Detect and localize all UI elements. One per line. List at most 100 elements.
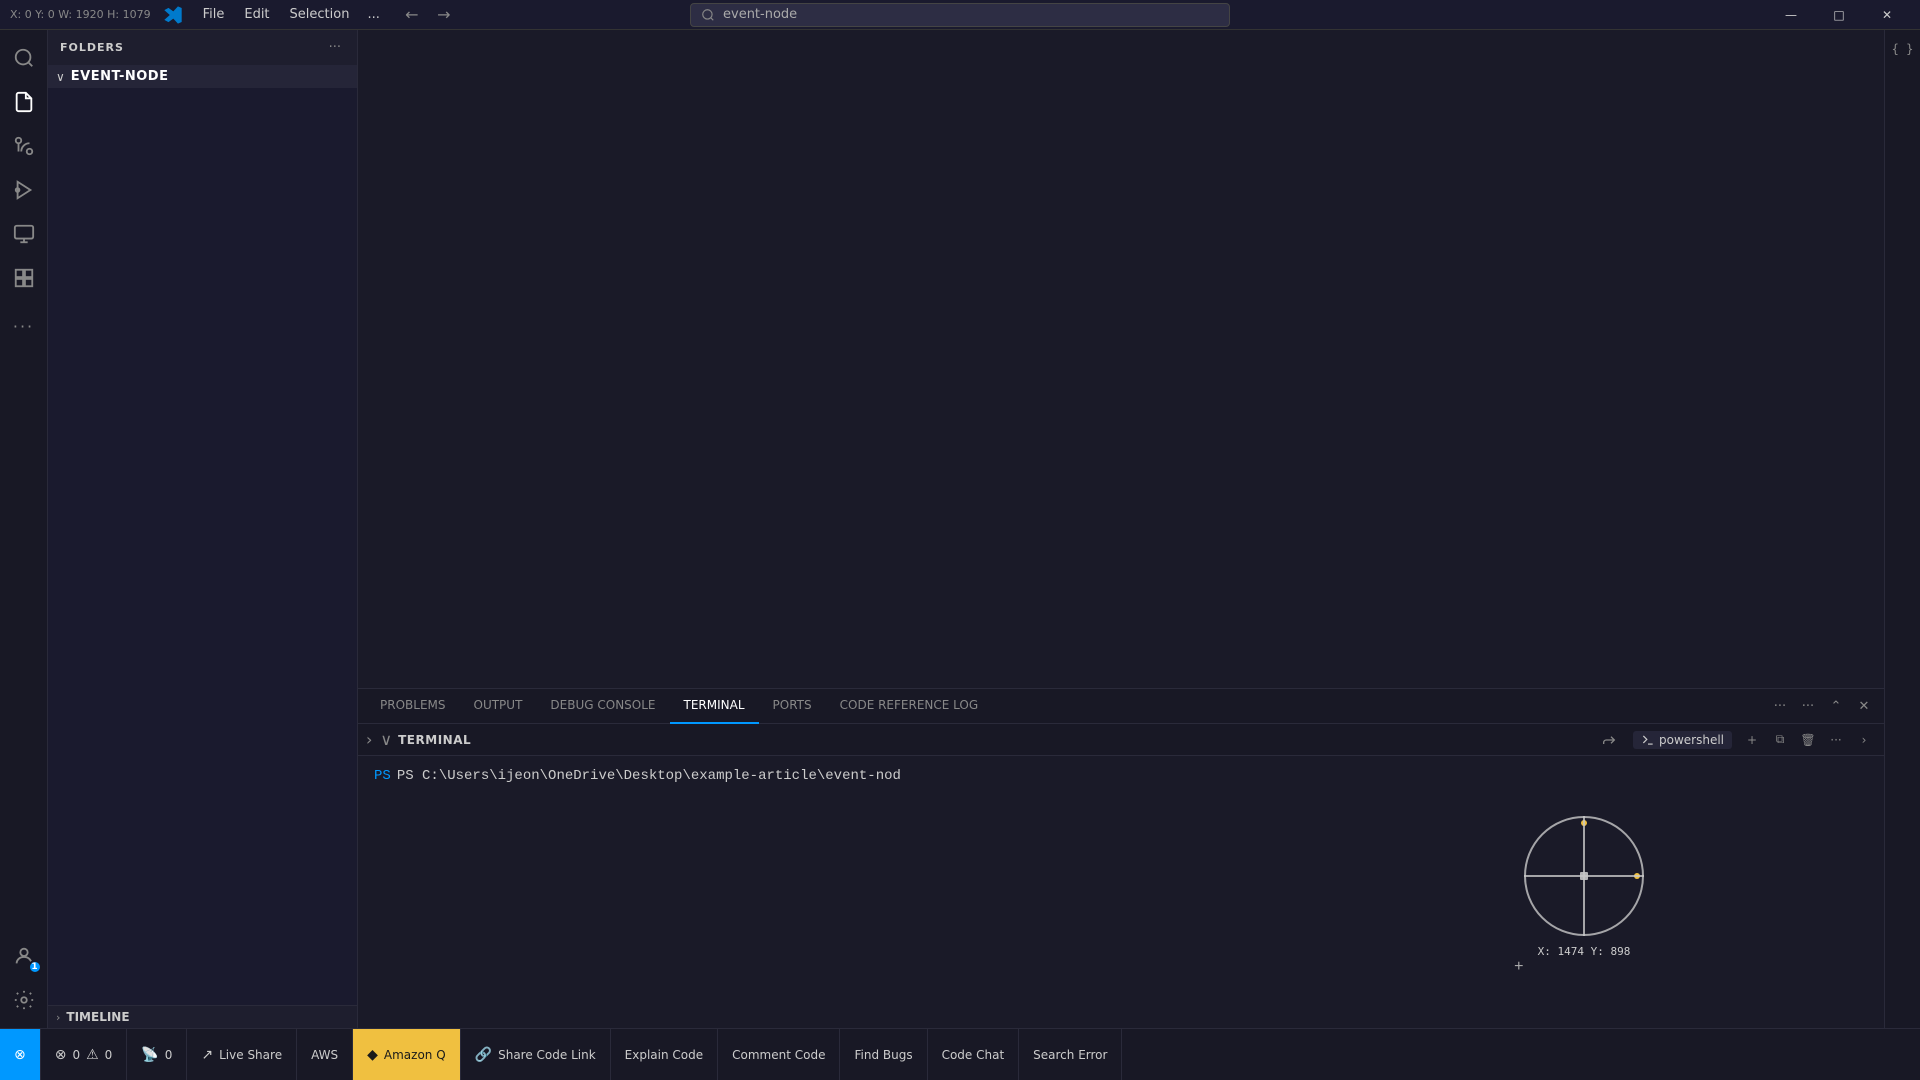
panel-maximize-button[interactable]: ⌃ — [1824, 694, 1848, 718]
aws-label: AWS — [311, 1048, 338, 1062]
editor-main — [358, 30, 1884, 688]
broadcast-count: 0 — [165, 1048, 173, 1062]
sidebar-more-button[interactable]: ··· — [325, 38, 345, 57]
tab-code-reference-log[interactable]: CODE REFERENCE LOG — [826, 689, 993, 724]
terminal-body[interactable]: PS PS C:\Users\ijeon\OneDrive\Desktop\ex… — [358, 756, 1884, 1028]
sidebar-content — [48, 88, 357, 1005]
window-controls: — □ ✕ — [1768, 0, 1910, 30]
search-icon — [701, 8, 715, 22]
comment-code-label: Comment Code — [732, 1048, 825, 1062]
menu-edit[interactable]: Edit — [236, 5, 277, 24]
code-chat-label: Code Chat — [942, 1048, 1005, 1062]
tab-debug-console[interactable]: DEBUG CONSOLE — [536, 689, 669, 724]
status-item-errors[interactable]: ⊗ 0 ⚠ 0 — [41, 1029, 128, 1080]
title-bar-left: X: 0 Y: 0 W: 1920 H: 1079 File Edit Sele… — [10, 4, 458, 26]
status-item-remote[interactable]: ⊗ — [0, 1029, 41, 1080]
status-item-aws[interactable]: AWS — [297, 1029, 353, 1080]
amazon-q-icon: ◆ — [367, 1047, 378, 1063]
settings-icon — [13, 989, 35, 1011]
activity-item-extensions[interactable] — [4, 258, 44, 298]
debug-icon — [13, 179, 35, 201]
activity-item-settings[interactable] — [4, 980, 44, 1020]
status-item-share-code-link[interactable]: 🔗 Share Code Link — [461, 1029, 611, 1080]
search-icon — [13, 47, 35, 69]
braces-indicator: { } — [1888, 38, 1918, 60]
title-bar-coords: X: 0 Y: 0 W: 1920 H: 1079 — [10, 8, 151, 21]
panel-more-button[interactable]: ··· — [1768, 694, 1792, 718]
activity-item-account[interactable]: 1 — [4, 936, 44, 976]
warning-icon: ⚠ — [86, 1047, 99, 1063]
live-share-icon: ↗ — [201, 1047, 213, 1063]
terminal-actions: + ⧉ 🗑 ··· › — [1740, 728, 1876, 752]
tab-terminal[interactable]: TERMINAL — [670, 689, 759, 724]
menu-more[interactable]: ... — [361, 5, 385, 24]
nav-back-button[interactable]: ← — [398, 4, 426, 26]
source-control-icon — [13, 135, 35, 157]
terminal-label: TERMINAL — [398, 733, 471, 747]
terminal-add-button[interactable]: + — [1740, 728, 1764, 752]
status-item-code-chat[interactable]: Code Chat — [928, 1029, 1020, 1080]
activity-item-search[interactable] — [4, 38, 44, 78]
sidebar-header: FOLDERS ··· — [48, 30, 357, 65]
status-item-find-bugs[interactable]: Find Bugs — [840, 1029, 927, 1080]
extensions-icon — [13, 267, 35, 289]
status-item-live-share[interactable]: ↗ Live Share — [187, 1029, 297, 1080]
amazon-q-label: Amazon Q — [384, 1048, 446, 1062]
terminal-trash-button[interactable]: 🗑 — [1796, 728, 1820, 752]
ps-path: PS C:\Users\ijeon\OneDrive\Desktop\examp… — [397, 768, 901, 784]
activity-item-explorer[interactable] — [4, 82, 44, 122]
terminal-close-button[interactable]: › — [1852, 728, 1876, 752]
ps-prefix: PS — [374, 768, 391, 784]
terminal-icon — [1641, 733, 1655, 747]
folder-section[interactable]: ∨ EVENT-NODE — [48, 65, 357, 88]
activity-item-debug[interactable] — [4, 170, 44, 210]
close-button[interactable]: ✕ — [1864, 0, 1910, 30]
menu-file[interactable]: File — [195, 5, 233, 24]
panel-close-button[interactable]: ✕ — [1852, 694, 1876, 718]
timeline-section[interactable]: › TIMELINE — [48, 1005, 357, 1028]
tab-problems[interactable]: PROBLEMS — [366, 689, 460, 724]
status-item-search-error[interactable]: Search Error — [1019, 1029, 1122, 1080]
search-error-label: Search Error — [1033, 1048, 1107, 1062]
error-count: 0 — [72, 1048, 80, 1062]
terminal-header: › ∨ TERMINAL powershell — [358, 724, 1884, 756]
status-item-explain-code[interactable]: Explain Code — [611, 1029, 718, 1080]
activity-bar: ··· 1 — [0, 30, 48, 1028]
activity-item-more[interactable]: ··· — [4, 306, 44, 346]
files-icon — [13, 91, 35, 113]
search-bar[interactable]: event-node — [690, 3, 1230, 27]
cursor-crosshair-overlay: X: 1474 Y: 898 — [1524, 816, 1644, 936]
terminal-collapse-icon: ∨ — [380, 730, 392, 749]
tab-ports[interactable]: PORTS — [759, 689, 826, 724]
activity-item-source-control[interactable] — [4, 126, 44, 166]
status-item-amazon-q[interactable]: ◆ Amazon Q — [353, 1029, 461, 1080]
panel-more-button-2[interactable]: ··· — [1796, 694, 1820, 718]
broadcast-icon: 📡 — [141, 1047, 158, 1063]
tab-output[interactable]: OUTPUT — [460, 689, 537, 724]
minimize-button[interactable]: — — [1768, 0, 1814, 30]
status-item-comment-code[interactable]: Comment Code — [718, 1029, 840, 1080]
menu-items: File Edit Selection ... — [195, 5, 386, 24]
nav-forward-button[interactable]: → — [430, 4, 458, 26]
vscode-logo-icon — [163, 5, 183, 25]
cursor-circle — [1524, 816, 1644, 936]
terminal-header-arrow[interactable]: › — [366, 730, 372, 749]
timeline-arrow-icon: › — [56, 1011, 60, 1024]
activity-item-remote[interactable] — [4, 214, 44, 254]
status-item-broadcast[interactable]: 📡 0 — [127, 1029, 187, 1080]
find-bugs-label: Find Bugs — [854, 1048, 912, 1062]
explain-code-label: Explain Code — [625, 1048, 703, 1062]
folders-label: FOLDERS — [60, 41, 124, 54]
cursor-dot-right — [1634, 873, 1640, 879]
title-bar: X: 0 Y: 0 W: 1920 H: 1079 File Edit Sele… — [0, 0, 1920, 30]
cursor-cross-vertical — [1583, 816, 1585, 936]
terminal-more-button[interactable]: ··· — [1824, 728, 1848, 752]
panel: PROBLEMS OUTPUT DEBUG CONSOLE TERMINAL P… — [358, 688, 1884, 1028]
terminal-split-button[interactable]: ⧉ — [1768, 728, 1792, 752]
powershell-badge: powershell — [1633, 731, 1732, 749]
maximize-button[interactable]: □ — [1816, 0, 1862, 30]
live-share-label: Live Share — [219, 1048, 282, 1062]
menu-selection[interactable]: Selection — [282, 5, 358, 24]
panel-tab-actions: ··· ··· ⌃ ✕ — [1768, 694, 1876, 718]
timeline-label: TIMELINE — [66, 1010, 129, 1024]
